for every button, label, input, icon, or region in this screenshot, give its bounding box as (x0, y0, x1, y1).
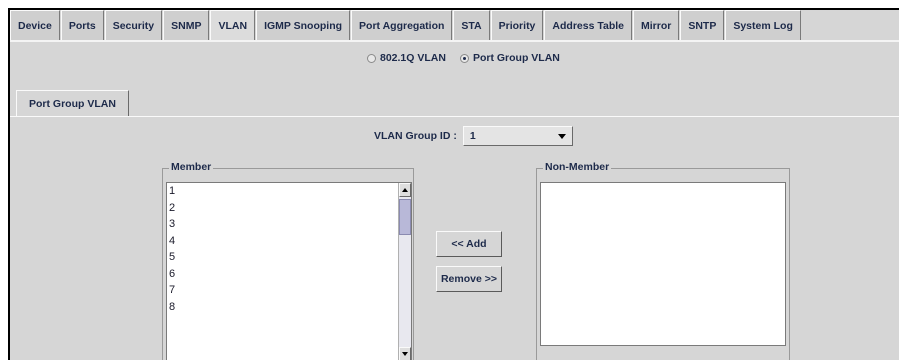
tab-sta[interactable]: STA (453, 10, 490, 40)
list-item[interactable]: 2 (167, 200, 397, 217)
scroll-down-button[interactable] (399, 347, 411, 360)
member-list[interactable]: 1 2 3 4 5 6 7 8 (166, 182, 412, 360)
tab-sntp[interactable]: SNTP (680, 10, 725, 40)
radio-button-selected-icon[interactable] (459, 53, 469, 63)
list-item[interactable]: 3 (167, 216, 397, 233)
tab-ports[interactable]: Ports (60, 10, 104, 40)
chevron-down-icon[interactable] (557, 133, 566, 139)
panel-divider (10, 116, 899, 117)
tab-mirror[interactable]: Mirror (632, 10, 680, 40)
add-button[interactable]: << Add (436, 231, 502, 257)
vlan-group-id-value: 1 (469, 130, 476, 142)
vlan-group-id-row: VLAN Group ID : 1 (374, 126, 573, 146)
scroll-thumb[interactable] (399, 199, 411, 235)
radio-port-group-vlan[interactable]: Port Group VLAN (459, 52, 560, 64)
app-window: Device Ports Security SNMP VLAN IGMP Sno… (8, 8, 899, 360)
non-member-legend: Non-Member (543, 161, 612, 173)
tab-snmp[interactable]: SNMP (163, 10, 210, 40)
vlan-mode-radio-group: 802.1Q VLAN Port Group VLAN (367, 52, 568, 64)
remove-button[interactable]: Remove >> (436, 266, 502, 292)
scroll-up-button[interactable] (399, 183, 411, 197)
radio-label: Port Group VLAN (472, 52, 560, 64)
tab-port-group-vlan[interactable]: Port Group VLAN (16, 90, 129, 116)
main-tab-bar: Device Ports Security SNMP VLAN IGMP Sno… (10, 10, 899, 42)
tab-address-table[interactable]: Address Table (544, 10, 632, 40)
list-item[interactable]: 6 (167, 266, 397, 283)
list-item[interactable]: 5 (167, 249, 397, 266)
tab-security[interactable]: Security (104, 10, 163, 40)
member-group: Member 1 2 3 4 5 6 7 8 (162, 161, 414, 360)
tab-priority[interactable]: Priority (490, 10, 544, 40)
arrow-up-icon (402, 188, 408, 192)
member-items: 1 2 3 4 5 6 7 8 (167, 183, 397, 360)
vlan-group-id-select[interactable]: 1 (462, 126, 573, 146)
radio-8021q-vlan[interactable]: 802.1Q VLAN (367, 52, 446, 64)
member-scrollbar[interactable] (398, 183, 411, 360)
tab-device[interactable]: Device (10, 10, 60, 40)
list-item[interactable]: 1 (167, 183, 397, 200)
tab-vlan[interactable]: VLAN (210, 10, 256, 40)
non-member-group: Non-Member (536, 161, 790, 360)
member-legend: Member (169, 161, 214, 173)
radio-label: 802.1Q VLAN (380, 52, 446, 64)
tab-port-aggregation[interactable]: Port Aggregation (351, 10, 453, 40)
list-item[interactable]: 7 (167, 282, 397, 299)
arrow-down-icon (402, 352, 408, 356)
vlan-group-id-label: VLAN Group ID : (374, 130, 457, 142)
tab-system-log[interactable]: System Log (725, 10, 801, 40)
list-item[interactable]: 8 (167, 299, 397, 316)
list-item[interactable]: 4 (167, 233, 397, 250)
tab-igmp-snooping[interactable]: IGMP Snooping (256, 10, 351, 40)
radio-button-icon[interactable] (367, 53, 376, 63)
non-member-list[interactable] (540, 182, 786, 346)
